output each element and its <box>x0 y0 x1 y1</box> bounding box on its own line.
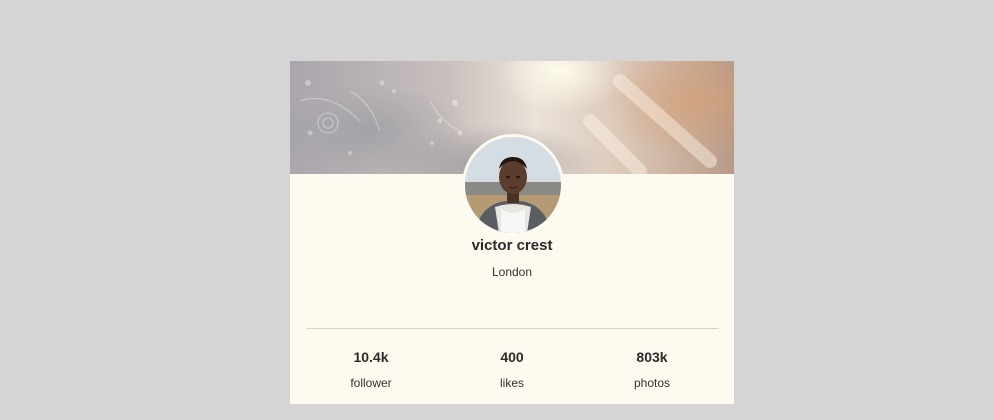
stat-value: 400 <box>500 349 524 365</box>
stat-label: likes <box>499 376 524 390</box>
profile-location: London <box>491 265 533 279</box>
stat-value: 10.4k <box>353 349 389 365</box>
avatar-photo <box>465 137 561 233</box>
stat-label: photos <box>633 376 671 390</box>
stat-label: follower <box>350 376 392 390</box>
stat-value: 803k <box>636 349 668 365</box>
profile-card: victor crest London 10.4k follower 400 l… <box>290 61 734 404</box>
profile-name: victor crest <box>471 237 553 254</box>
avatar[interactable] <box>462 134 564 236</box>
stats-row: 10.4k follower 400 likes 803k photos <box>290 329 734 404</box>
